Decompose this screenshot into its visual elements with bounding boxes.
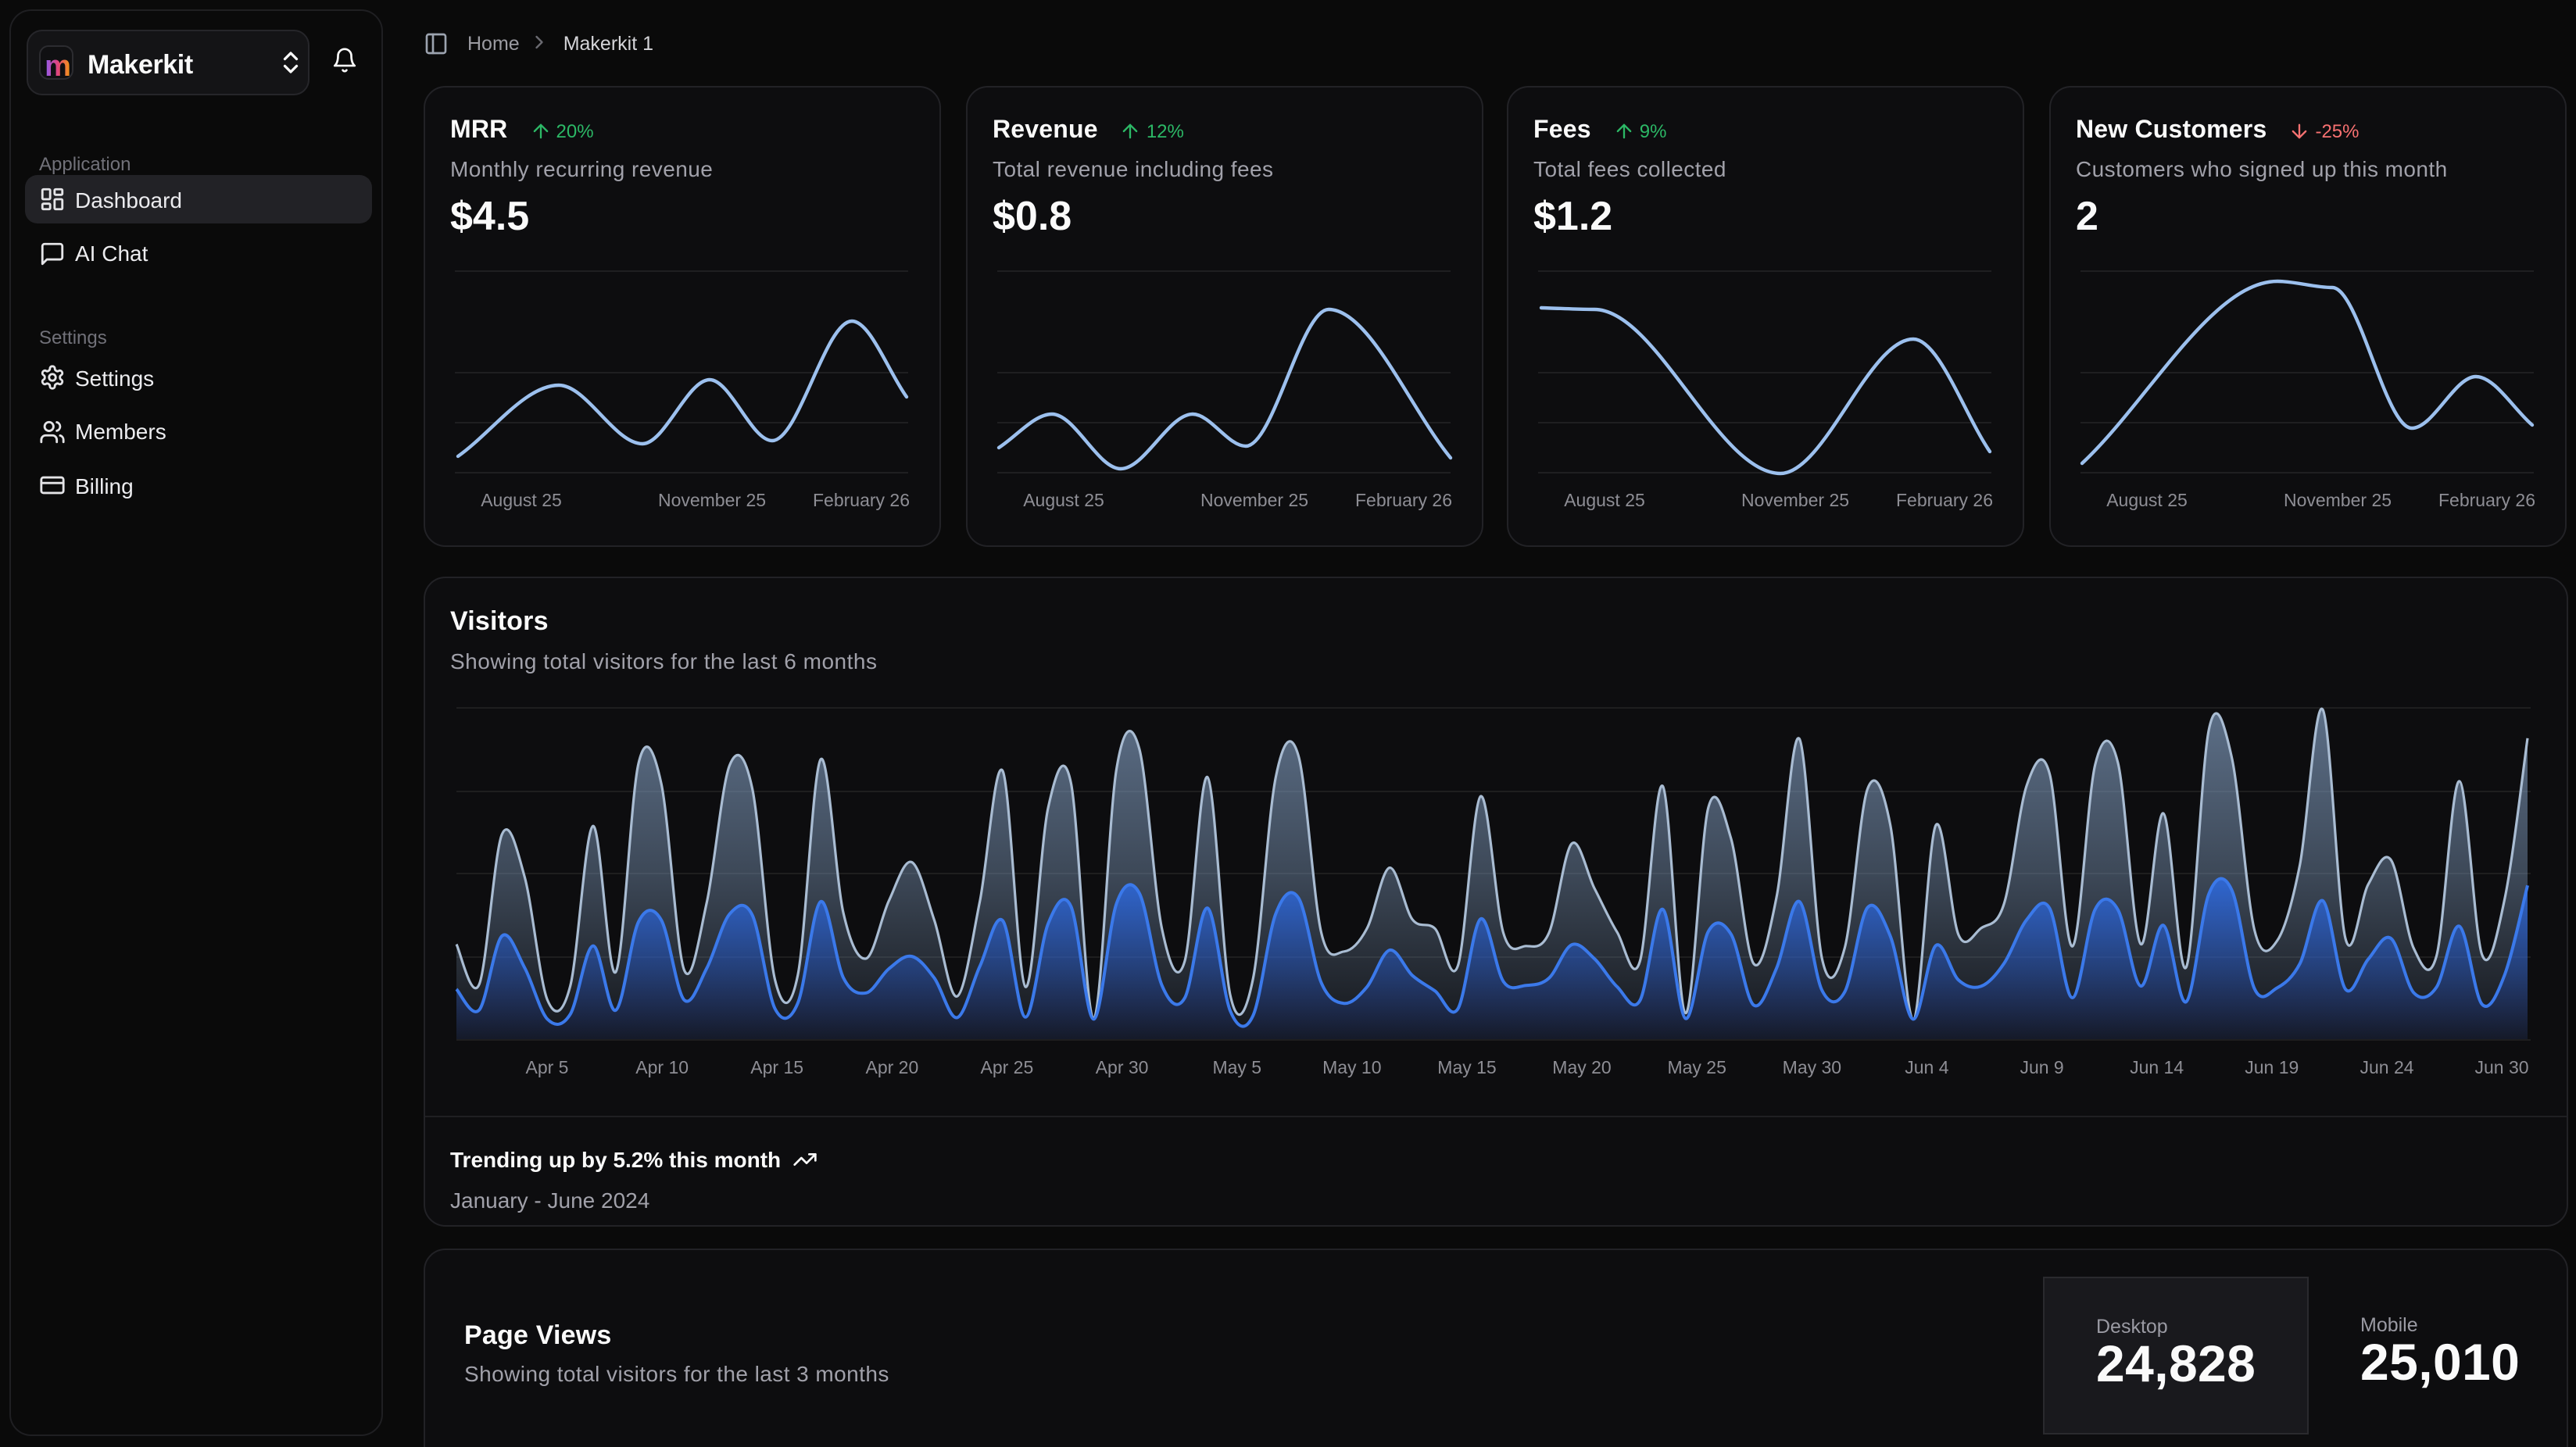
svg-text:m: m <box>45 50 71 80</box>
